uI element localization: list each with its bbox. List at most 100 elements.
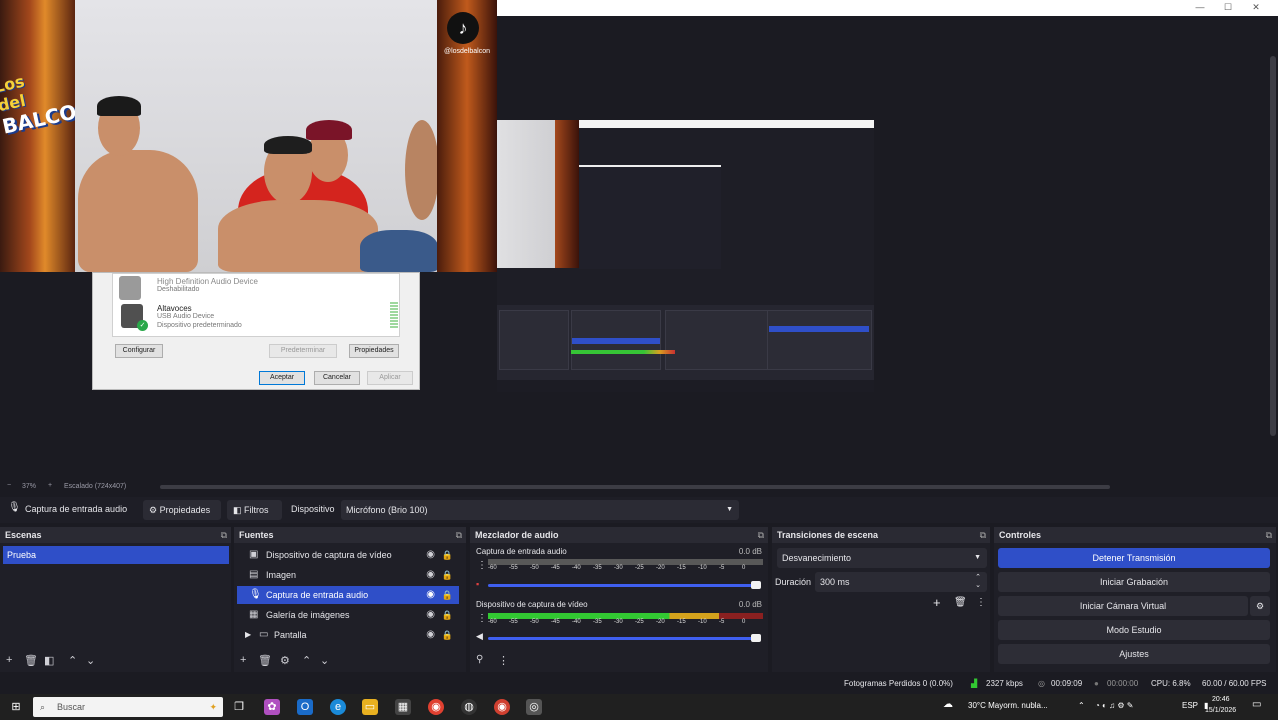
volume-knob-2[interactable] [751,634,761,642]
folder-icon: ▭ [259,629,269,640]
source-item-selected[interactable]: 🎙 Captura de entrada audio ◉ 🔒 [237,586,459,604]
zoom-in-button[interactable]: + [48,482,52,489]
aplicar-button[interactable]: Aplicar [367,371,413,385]
move-up-icon[interactable]: ⌃ [68,654,77,667]
zoom-out-button[interactable]: − [7,482,11,489]
trash-icon[interactable]: 🗑 [954,597,967,608]
eye-icon[interactable]: ◉ [426,586,435,604]
dock-settings-icon[interactable]: ⧉ [980,527,986,543]
minimize-icon[interactable]: — [1187,2,1213,14]
cancelar-button[interactable]: Cancelar [314,371,360,385]
outlook-icon[interactable]: O [297,699,313,715]
lock-icon[interactable]: 🔒 [442,626,453,644]
dock-settings-icon[interactable]: ⧉ [758,527,764,543]
eye-icon[interactable]: ◉ [426,546,435,564]
move-down-icon[interactable]: ⌄ [320,654,329,667]
add-icon[interactable]: + [933,595,941,610]
playback-device-list[interactable]: High Definition Audio Device Deshabilita… [112,273,400,337]
nested-inner-preview [579,165,721,269]
lock-icon[interactable]: 🔒 [442,586,453,604]
source-item[interactable]: ▦ Galería de imágenes ◉ 🔒 [237,606,459,624]
preview-canvas[interactable]: Los del BALCON ♪ @losdelbalcon [0,0,1278,478]
controls-dock-header: Controles ⧉ [994,527,1276,543]
copilot-icon[interactable]: ✿ [264,699,280,715]
tray-app-icons[interactable]: ◔ ◐ ♫ ⚙ ✎ [1095,701,1133,710]
trash-icon[interactable]: 🗑 [24,654,38,667]
stop-streaming-button[interactable]: Detener Transmisión [998,548,1270,568]
expand-arrow-icon[interactable]: ▶ [245,626,251,644]
taskbar-search[interactable]: ⌕ Buscar ✦ [33,697,223,717]
source-item[interactable]: ▤ Imagen ◉ 🔒 [237,566,459,584]
eye-icon[interactable]: ◉ [426,566,435,584]
weather-icon[interactable]: ☁ [943,699,953,710]
source-label: Captura de entrada audio [266,590,369,600]
more-options-icon[interactable]: ⋮ [477,560,487,571]
transitions-dock-header: Transiciones de escena ⧉ [772,527,990,543]
propiedades-button[interactable]: Propiedades [349,344,399,358]
lock-icon[interactable]: 🔒 [442,566,453,584]
clock-time[interactable]: 20:46 [1212,696,1230,703]
sources-dock-header: Fuentes ⧉ [234,527,466,543]
duration-input[interactable]: 300 ms ⌃ ⌄ [815,572,987,592]
source-group[interactable]: ▶ ▭ Pantalla ◉ 🔒 [237,626,459,644]
move-down-icon[interactable]: ⌄ [86,654,95,667]
maximize-icon[interactable]: ☐ [1215,2,1241,14]
dock-settings-icon[interactable]: ⧉ [1266,527,1272,543]
notification-icon[interactable]: ▭ [1252,699,1261,710]
move-up-icon[interactable]: ⌃ [302,654,311,667]
muted-speaker-icon[interactable]: ▪ [476,579,479,589]
chevron-up-icon[interactable]: ⌃ [1078,701,1085,710]
preview-vertical-scrollbar[interactable] [1270,56,1276,436]
dock-settings-icon[interactable]: ⧉ [456,527,462,543]
studio-mode-button[interactable]: Modo Estudio [998,620,1270,640]
add-icon[interactable]: + [6,654,12,666]
filtros-context-button[interactable]: ◧ Filtros [227,500,282,520]
clock-date[interactable]: 15/1/2026 [1205,707,1236,714]
link-icon[interactable]: ⚲ [476,654,483,665]
aceptar-button[interactable]: Aceptar [259,371,305,385]
davinci-icon[interactable]: ◍ [461,699,477,715]
more-options-icon[interactable]: ⋮ [498,654,509,667]
volume-knob-1[interactable] [751,581,761,589]
transition-select[interactable]: Desvanecimiento ▼ [777,548,987,568]
add-icon[interactable]: + [240,654,246,666]
trash-icon[interactable]: 🗑 [258,654,272,667]
chrome-profile-icon[interactable]: ◉ [494,699,510,715]
filtros-label: Filtros [244,505,269,515]
start-virtual-camera-button[interactable]: Iniciar Cámara Virtual [998,596,1248,616]
settings-button[interactable]: Ajustes [998,644,1270,664]
source-item[interactable]: ▣ Dispositivo de captura de vídeo ◉ 🔒 [237,546,459,564]
scene-item[interactable]: Prueba [3,546,229,564]
chrome-icon[interactable]: ◉ [428,699,444,715]
speaker-icon[interactable]: ◀ [476,631,483,642]
spin-down-icon[interactable]: ⌄ [975,576,981,596]
scene-filter-icon[interactable]: ◧ [44,654,54,667]
close-icon[interactable]: ✕ [1243,2,1269,14]
language-indicator[interactable]: ESP [1182,701,1198,710]
dispositivo-select[interactable]: Micrófono (Brio 100) ▼ [341,500,739,520]
more-options-icon[interactable]: ⋮ [976,597,986,608]
volume-slider-1[interactable] [488,584,756,587]
propiedades-context-button[interactable]: ⚙ Propiedades [143,500,221,520]
start-recording-button[interactable]: Iniciar Grabación [998,572,1270,592]
edge-icon[interactable]: e [330,699,346,715]
weather-text[interactable]: 30°C Mayorm. nubla... [968,701,1048,710]
obs-icon[interactable]: ◎ [526,699,542,715]
task-view-icon[interactable]: ❐ [231,699,247,715]
gear-icon[interactable]: ⚙ [280,654,290,667]
configurar-button[interactable]: Configurar [115,344,163,358]
eye-icon[interactable]: ◉ [426,626,435,644]
more-options-icon[interactable]: ⋮ [477,613,487,624]
lock-icon[interactable]: 🔒 [442,606,453,624]
source-label: Imagen [266,570,297,580]
lock-icon[interactable]: 🔒 [442,546,453,564]
file-explorer-icon[interactable]: ▭ [362,699,378,715]
dock-settings-icon[interactable]: ⧉ [221,527,227,543]
preview-horizontal-scrollbar[interactable] [160,485,1110,489]
predeterminar-button[interactable]: Predeterminar [269,344,337,358]
virtual-camera-settings-button[interactable]: ⚙ [1250,596,1270,616]
volume-slider-2[interactable] [488,637,756,640]
eye-icon[interactable]: ◉ [426,606,435,624]
store-icon[interactable]: ▦ [395,699,411,715]
windows-start-icon[interactable]: ⊞ [8,699,24,715]
